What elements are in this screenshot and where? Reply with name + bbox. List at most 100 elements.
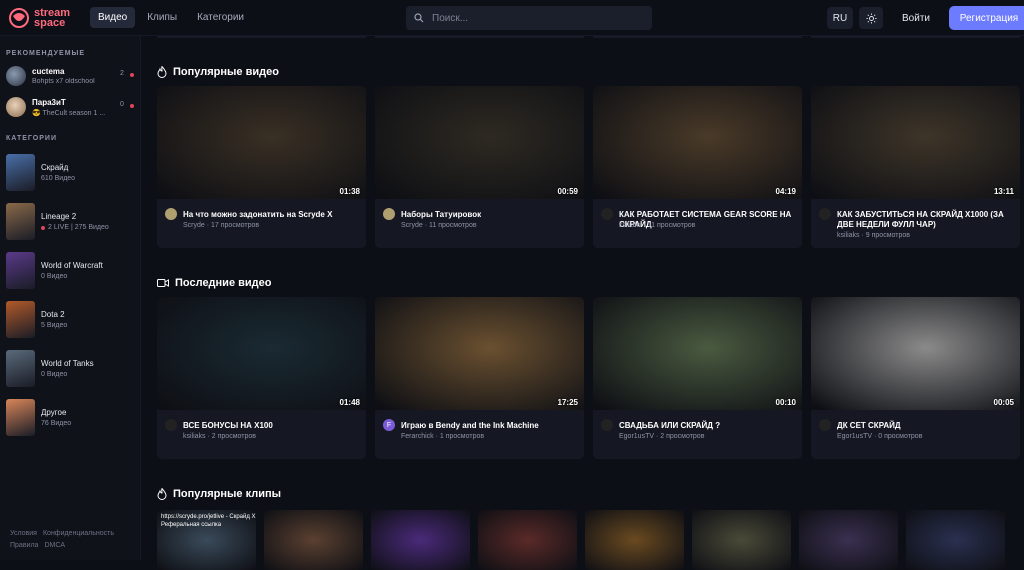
sidebar-category-item[interactable]: World of Tanks 0 Видео xyxy=(6,344,140,393)
channel-avatar[interactable] xyxy=(601,419,613,431)
clip-thumbnail[interactable] xyxy=(478,510,577,570)
clip-thumbnail[interactable] xyxy=(799,510,898,570)
clip-thumbnail[interactable] xyxy=(264,510,363,570)
video-title[interactable]: Играю в Bendy and the Ink Machine xyxy=(401,421,579,431)
video-title[interactable]: Наборы Татуировок xyxy=(401,210,579,220)
footer-link-rules[interactable]: Правила xyxy=(10,542,38,549)
sidebar-category-item[interactable]: Lineage 2 2 LIVE | 275 Видео xyxy=(6,197,140,246)
video-thumbnail[interactable] xyxy=(157,297,366,410)
nav-clips[interactable]: Клипы xyxy=(139,7,185,28)
avatar xyxy=(6,66,26,86)
logo[interactable]: stream space xyxy=(8,7,84,28)
video-thumbnail[interactable] xyxy=(811,86,1020,199)
clip-thumbnail[interactable] xyxy=(906,510,1005,570)
category-name: Lineage 2 xyxy=(41,212,77,221)
video-card[interactable]: 01:48 ВСЕ БОНУСЫ НА Х100 ksiliaks · 2 прос… xyxy=(157,297,366,459)
video-meta: Ferarchick · 1 просмотров xyxy=(401,433,485,440)
category-cover xyxy=(6,252,35,289)
video-title[interactable]: КАК ЗАБУСТИТЬСЯ НА СКРАЙД X1000 (ЗА ДВЕ … xyxy=(837,210,1015,230)
video-thumbnail[interactable] xyxy=(593,297,802,410)
category-cover xyxy=(6,154,35,191)
recommended-title: РЕКОМЕНДУЕМЫЕ xyxy=(6,50,86,57)
clip-thumbnail[interactable]: https://scryde.pro/jetlive - Скрайд Х Ре… xyxy=(157,510,256,570)
video-card[interactable]: 00:59 Наборы Татуировок Scryde · 11 просмо… xyxy=(375,86,584,248)
video-duration: 00:10 xyxy=(775,398,796,407)
search-box[interactable] xyxy=(406,6,652,30)
main-nav: Видео Клипы Категории xyxy=(90,7,252,28)
video-meta: ksiliaks · 2 просмотров xyxy=(183,433,256,440)
video-meta: ksiliaks · 11 просмотров xyxy=(619,222,696,229)
channel-avatar[interactable]: F xyxy=(383,419,395,431)
section-popular-clips: Популярные клипы xyxy=(157,488,281,500)
footer-link-dmca[interactable]: DMCA xyxy=(44,542,65,549)
logo-icon xyxy=(9,7,29,28)
sidebar-category-item[interactable]: Dota 2 5 Видео xyxy=(6,295,140,344)
top-bar: stream space Видео Клипы Категории RU Во… xyxy=(0,0,1024,36)
theme-toggle-button[interactable] xyxy=(859,7,883,29)
channel-avatar[interactable] xyxy=(601,208,613,220)
video-title[interactable]: ДК СЕТ СКРАЙД xyxy=(837,421,1015,431)
footer-link-privacy[interactable]: Конфиденциальность xyxy=(43,530,114,537)
sun-icon xyxy=(865,12,877,24)
channel-avatar[interactable] xyxy=(819,419,831,431)
video-duration: 01:38 xyxy=(339,187,360,196)
video-card[interactable]: 04:19 КАК РАБОТАЕТ СИСТЕМА GEAR SCORE НА … xyxy=(593,86,802,248)
fire-icon xyxy=(157,488,167,500)
video-duration: 01:48 xyxy=(339,398,360,407)
category-name: Dota 2 xyxy=(41,310,65,319)
video-duration: 00:05 xyxy=(993,398,1014,407)
sidebar-category-item[interactable]: Скрайд 610 Видео xyxy=(6,148,140,197)
search-input[interactable] xyxy=(432,12,632,24)
video-title[interactable]: СВАДЬБА ИЛИ СКРАЙД ? xyxy=(619,421,797,431)
channel-avatar[interactable] xyxy=(819,208,831,220)
category-stats: 0 Видео xyxy=(41,371,68,378)
viewer-count: 2 xyxy=(120,70,124,77)
category-stats: 76 Видео xyxy=(41,420,72,427)
video-title[interactable]: ВСЕ БОНУСЫ НА Х100 xyxy=(183,421,361,431)
video-card[interactable]: 00:10 СВАДЬБА ИЛИ СКРАЙД ? Egor1usTV · 2 п… xyxy=(593,297,802,459)
sidebar-category-item[interactable]: World of Warcraft 0 Видео xyxy=(6,246,140,295)
sidebar: РЕКОМЕНДУЕМЫЕ cuctema Bohpts x7 oldschoo… xyxy=(0,36,141,560)
section-latest-videos: Последние видео xyxy=(157,277,271,289)
category-cover xyxy=(6,203,35,240)
fire-icon xyxy=(157,66,167,78)
sidebar-recommended-channel[interactable]: cuctema Bohpts x7 oldschool 2 xyxy=(6,64,140,88)
category-stats: 0 Видео xyxy=(41,273,68,280)
video-thumbnail[interactable] xyxy=(593,86,802,199)
clip-thumbnail[interactable] xyxy=(371,510,470,570)
footer-link-terms[interactable]: Условия xyxy=(10,530,37,537)
category-stats: 5 Видео xyxy=(41,322,68,329)
channel-avatar[interactable] xyxy=(165,419,177,431)
video-title[interactable]: На что можно задонатить на Scryde X xyxy=(183,210,361,220)
video-card[interactable]: 17:25 F Играю в Bendy and the Ink Machine F… xyxy=(375,297,584,459)
register-button[interactable]: Регистрация xyxy=(949,6,1024,30)
clip-thumbnail[interactable] xyxy=(585,510,684,570)
video-camera-icon xyxy=(157,279,169,287)
category-name: World of Tanks xyxy=(41,359,94,368)
video-meta: ksiliaks · 9 просмотров xyxy=(837,232,910,239)
nav-videos[interactable]: Видео xyxy=(90,7,136,28)
live-dot-icon xyxy=(130,73,134,77)
video-thumbnail[interactable] xyxy=(375,86,584,199)
video-thumbnail[interactable] xyxy=(811,297,1020,410)
channel-avatar[interactable] xyxy=(383,208,395,220)
channel-avatar[interactable] xyxy=(165,208,177,220)
categories-title: КАТЕГОРИИ xyxy=(6,135,57,142)
language-button[interactable]: RU xyxy=(827,7,853,29)
video-thumbnail[interactable] xyxy=(157,86,366,199)
section-popular-videos: Популярные видео xyxy=(157,66,279,78)
category-stats: 2 LIVE | 275 Видео xyxy=(41,224,109,231)
video-card[interactable]: 01:38 На что можно задонатить на Scryde X… xyxy=(157,86,366,248)
video-card[interactable]: 00:05 ДК СЕТ СКРАЙД Egor1usTV · 0 просмотр… xyxy=(811,297,1020,459)
video-meta: Egor1usTV · 0 просмотров xyxy=(837,433,923,440)
live-dot-icon xyxy=(41,225,45,230)
sidebar-category-item[interactable]: Другое 76 Видео xyxy=(6,393,140,442)
login-button[interactable]: Войти xyxy=(896,7,936,29)
nav-categories[interactable]: Категории xyxy=(189,7,252,28)
video-thumbnail[interactable] xyxy=(375,297,584,410)
video-meta: Scryde · 17 просмотров xyxy=(183,222,260,229)
video-card[interactable]: 13:11 КАК ЗАБУСТИТЬСЯ НА СКРАЙД X1000 (ЗА… xyxy=(811,86,1020,248)
clip-thumbnail[interactable] xyxy=(692,510,791,570)
clip-caption: https://scryde.pro/jetlive - Скрайд Х Ре… xyxy=(161,514,256,528)
sidebar-recommended-channel[interactable]: Пара3иТ 😎 TheCult season 1 ... 0 xyxy=(6,95,140,119)
